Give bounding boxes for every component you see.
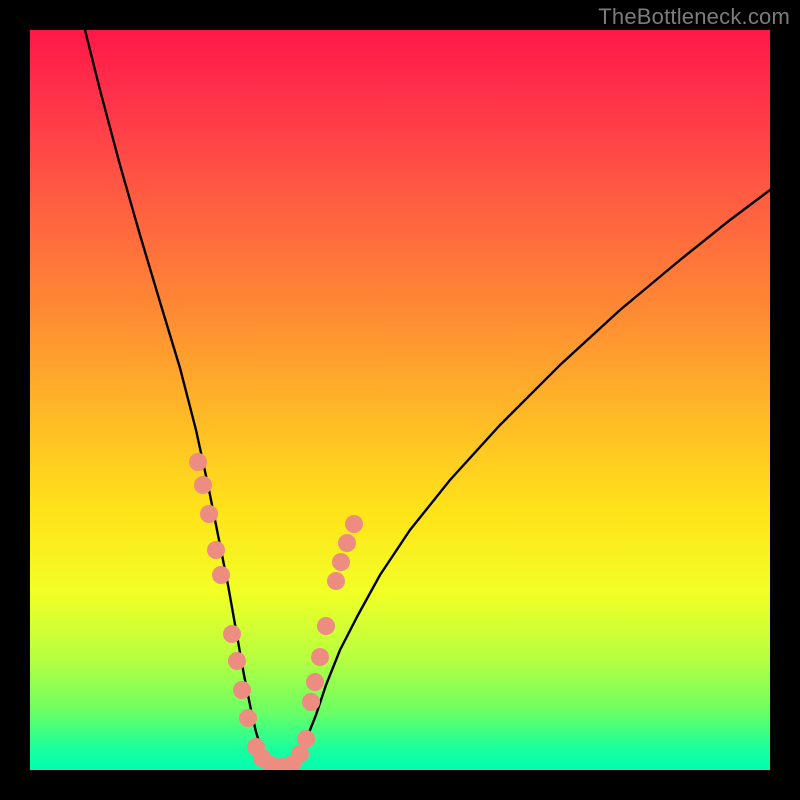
watermark-text: TheBottleneck.com xyxy=(598,4,790,30)
outer-black-frame: TheBottleneck.com xyxy=(0,0,800,800)
curve-overlay xyxy=(30,30,770,770)
marker-left-4 xyxy=(212,566,230,584)
marker-left-3 xyxy=(207,541,225,559)
marker-left-2 xyxy=(200,505,218,523)
marker-right-0 xyxy=(345,515,363,533)
marker-right-6 xyxy=(306,673,324,691)
marker-right-7 xyxy=(302,693,320,711)
marker-left-7 xyxy=(233,681,251,699)
marker-left-0 xyxy=(189,453,207,471)
marker-right-1 xyxy=(338,534,356,552)
curve-left-branch xyxy=(85,30,266,760)
bottleneck-curve xyxy=(85,30,770,767)
marker-right-3 xyxy=(327,572,345,590)
marker-left-6 xyxy=(228,652,246,670)
marker-right-4 xyxy=(317,617,335,635)
curve-right-branch xyxy=(298,190,770,760)
marker-right-5 xyxy=(311,648,329,666)
marker-left-5 xyxy=(223,625,241,643)
marker-left-1 xyxy=(194,476,212,494)
marker-right-2 xyxy=(332,553,350,571)
gradient-plot-area xyxy=(30,30,770,770)
marker-left-8 xyxy=(239,709,257,727)
marker-dots xyxy=(189,453,363,770)
marker-bottom-6 xyxy=(297,730,315,748)
